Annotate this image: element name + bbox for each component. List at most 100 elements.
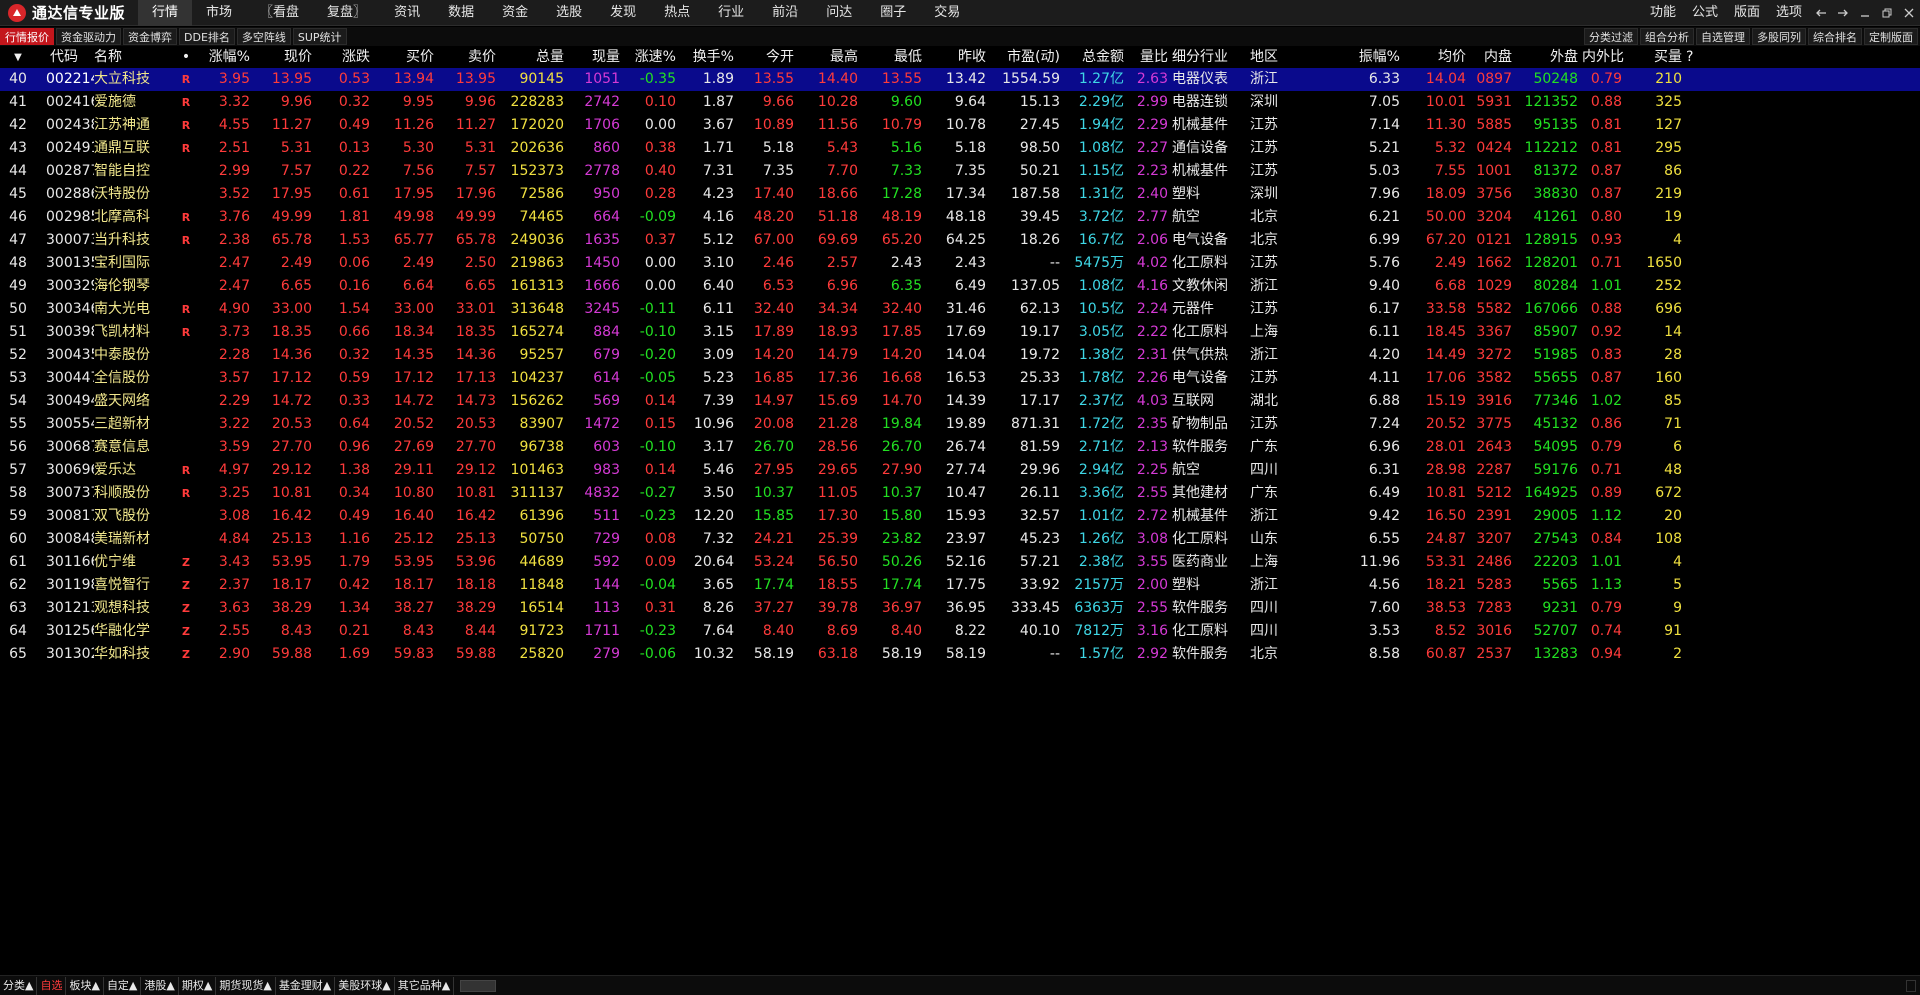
column-header[interactable]: 内外比	[1582, 47, 1626, 68]
bottom-tab[interactable]: 基金理财▲	[276, 976, 336, 995]
top-menu-item[interactable]: 行业	[704, 0, 758, 26]
column-header[interactable]: 细分行业	[1172, 47, 1250, 68]
top-menu-item[interactable]: 前沿	[758, 0, 812, 26]
table-row[interactable]: 56 300687赛意信息 3.59 27.70 0.96 27.69 27.70 96738…	[0, 436, 1920, 459]
close-icon[interactable]	[1898, 0, 1920, 26]
table-row[interactable]: 57 300696爱乐达 R 4.97 29.12 1.38 29.11 29.12 10146…	[0, 459, 1920, 482]
column-header[interactable]: 换手%	[680, 47, 738, 68]
table-row[interactable]: 51 300398飞凯材料 R 3.73 18.35 0.66 18.34 18.35 1652…	[0, 321, 1920, 344]
scroll-right-icon[interactable]	[1906, 979, 1916, 992]
table-row[interactable]: 63 301213观想科技 Z 3.63 38.29 1.34 38.27 38.29 1651…	[0, 597, 1920, 620]
bottom-tab[interactable]: 板块▲	[66, 976, 104, 995]
top-menu-item[interactable]: 发现	[596, 0, 650, 26]
column-header[interactable]: 振幅%	[1300, 47, 1404, 68]
top-menu-item[interactable]: 资金	[488, 0, 542, 26]
column-header[interactable]: 涨跌	[316, 47, 374, 68]
top-menu-item[interactable]: 复盘〗	[313, 0, 380, 26]
column-header[interactable]: 买量	[1626, 47, 1686, 68]
sub-tab-right[interactable]: 定制版面	[1864, 28, 1918, 45]
top-menu-item[interactable]: 热点	[650, 0, 704, 26]
column-header[interactable]: 均价	[1404, 47, 1470, 68]
table-row[interactable]: 41 002416爱施德 R 3.32 9.96 0.32 9.95 9.96 228283 27…	[0, 91, 1920, 114]
sub-tab[interactable]: 资金驱动力	[56, 28, 121, 45]
sub-tab-right[interactable]: 自选管理	[1696, 28, 1750, 45]
column-header[interactable]: 涨速%	[624, 47, 680, 68]
top-menu-item[interactable]: 问达	[812, 0, 866, 26]
table-row[interactable]: 58 300737科顺股份 R 3.25 10.81 0.34 10.80 10.81 3111…	[0, 482, 1920, 505]
column-header[interactable]: 外盘	[1516, 47, 1582, 68]
column-header[interactable]: 涨幅%	[202, 47, 254, 68]
table-row[interactable]: 44 002877智能自控 2.99 7.57 0.22 7.56 7.57 152373 27…	[0, 160, 1920, 183]
column-header[interactable]: 现价	[254, 47, 316, 68]
table-row[interactable]: 50 300346南大光电 R 4.90 33.00 1.54 33.00 33.01 3136…	[0, 298, 1920, 321]
column-header[interactable]: 地区	[1250, 47, 1300, 68]
top-menu-item[interactable]: 行情	[138, 0, 193, 26]
bottom-tab[interactable]: 期货现货▲	[216, 976, 276, 995]
column-header[interactable]: 买价	[374, 47, 438, 68]
column-header[interactable]: 总量	[500, 47, 568, 68]
forward-icon[interactable]	[1832, 0, 1854, 26]
top-menu-item[interactable]: 数据	[434, 0, 488, 26]
table-row[interactable]: 45 002886沃特股份 3.52 17.95 0.61 17.95 17.96 72586…	[0, 183, 1920, 206]
table-row[interactable]: 43 002491通鼎互联 R 2.51 5.31 0.13 5.30 5.31 202636 8…	[0, 137, 1920, 160]
bottom-tab[interactable]: 其它品种▲	[395, 976, 455, 995]
sub-tab-right[interactable]: 组合分析	[1640, 28, 1694, 45]
table-row[interactable]: 49 300329海伦钢琴 2.47 6.65 0.16 6.64 6.65 161313 16…	[0, 275, 1920, 298]
column-header[interactable]: 最高	[798, 47, 862, 68]
sub-tab[interactable]: 多空阵线	[236, 28, 291, 45]
column-header[interactable]: 现量	[568, 47, 624, 68]
table-row[interactable]: 42 002438江苏神通 R 4.55 11.27 0.49 11.26 11.27 1720…	[0, 114, 1920, 137]
top-menu-item[interactable]: 选股	[542, 0, 596, 26]
bottom-tab[interactable]: 自定▲	[104, 976, 142, 995]
table-row[interactable]: 65 301302华如科技 Z 2.90 59.88 1.69 59.83 59.88 2582…	[0, 643, 1920, 666]
bottom-tab[interactable]: 自选	[37, 976, 67, 995]
table-row[interactable]: 61 301166优宁维 Z 3.43 53.95 1.79 53.95 53.96 44689…	[0, 551, 1920, 574]
column-header[interactable]: ?	[1686, 47, 1697, 68]
column-header[interactable]: 市盈(动)	[990, 47, 1064, 68]
sort-caret-icon[interactable]: ▼	[0, 47, 40, 68]
bottom-tab[interactable]: 港股▲	[141, 976, 179, 995]
top-menu-item[interactable]: 圈子	[866, 0, 920, 26]
column-header[interactable]: 总金额	[1064, 47, 1128, 68]
sub-tab[interactable]: DDE排名	[179, 28, 235, 45]
sub-tab[interactable]: 行情报价	[0, 28, 54, 45]
top-right-menu-item[interactable]: 选项	[1768, 0, 1810, 26]
bottom-tab[interactable]: 期权▲	[179, 976, 217, 995]
column-header[interactable]: 内盘	[1470, 47, 1516, 68]
sub-tab-right[interactable]: 综合排名	[1808, 28, 1862, 45]
column-header[interactable]: 最低	[862, 47, 926, 68]
top-menu-item[interactable]: 交易	[920, 0, 974, 26]
table-row[interactable]: 54 300494盛天网络 2.29 14.72 0.33 14.72 14.73 15626…	[0, 390, 1920, 413]
top-menu-item[interactable]: 〖看盘	[246, 0, 313, 26]
back-icon[interactable]	[1810, 0, 1832, 26]
top-right-menu-item[interactable]: 功能	[1642, 0, 1684, 26]
sub-tab-right[interactable]: 分类过滤	[1584, 28, 1638, 45]
column-header[interactable]: 卖价	[438, 47, 500, 68]
table-row[interactable]: 40 002214大立科技 R 3.95 13.95 0.53 13.94 13.95 9014…	[0, 68, 1920, 91]
column-header[interactable]: 名称	[94, 47, 174, 68]
table-row[interactable]: 55 300554三超新材 3.22 20.53 0.64 20.52 20.53 83907…	[0, 413, 1920, 436]
column-header[interactable]: 代码	[40, 47, 94, 68]
table-row[interactable]: 64 301256华融化学 Z 2.55 8.43 0.21 8.43 8.44 91723 17…	[0, 620, 1920, 643]
bottom-tab[interactable]: 美股环球▲	[335, 976, 395, 995]
column-header[interactable]: 昨收	[926, 47, 990, 68]
table-row[interactable]: 48 300135宝利国际 2.47 2.49 0.06 2.49 2.50 219863 14…	[0, 252, 1920, 275]
sub-tab[interactable]: SUP统计	[292, 28, 347, 45]
column-header[interactable]: 今开	[738, 47, 798, 68]
table-row[interactable]: 62 301198喜悦智行 Z 2.37 18.17 0.42 18.17 18.18 1184…	[0, 574, 1920, 597]
top-right-menu-item[interactable]: 公式	[1684, 0, 1726, 26]
table-row[interactable]: 60 300848美瑞新材 4.84 25.13 1.16 25.12 25.13 50750…	[0, 528, 1920, 551]
table-row[interactable]: 52 300435中泰股份 2.28 14.36 0.32 14.35 14.36 95257…	[0, 344, 1920, 367]
column-header[interactable]: 量比	[1128, 47, 1172, 68]
table-row[interactable]: 53 300447全信股份 3.57 17.12 0.59 17.12 17.13 10423…	[0, 367, 1920, 390]
top-menu-item[interactable]: 市场	[192, 0, 246, 26]
table-row[interactable]: 46 002985北摩高科 R 3.76 49.99 1.81 49.98 49.99 7446…	[0, 206, 1920, 229]
table-row[interactable]: 47 300073当升科技 R 2.38 65.78 1.53 65.77 65.78 2490…	[0, 229, 1920, 252]
bottom-tab[interactable]: 分类▲	[0, 976, 38, 995]
top-right-menu-item[interactable]: 版面	[1726, 0, 1768, 26]
horizontal-scrollbar[interactable]	[460, 979, 497, 992]
column-header[interactable]: •	[174, 47, 202, 68]
restore-icon[interactable]	[1876, 0, 1898, 26]
table-row[interactable]: 59 300817双飞股份 3.08 16.42 0.49 16.40 16.42 61396…	[0, 505, 1920, 528]
sub-tab-right[interactable]: 多股同列	[1752, 28, 1806, 45]
